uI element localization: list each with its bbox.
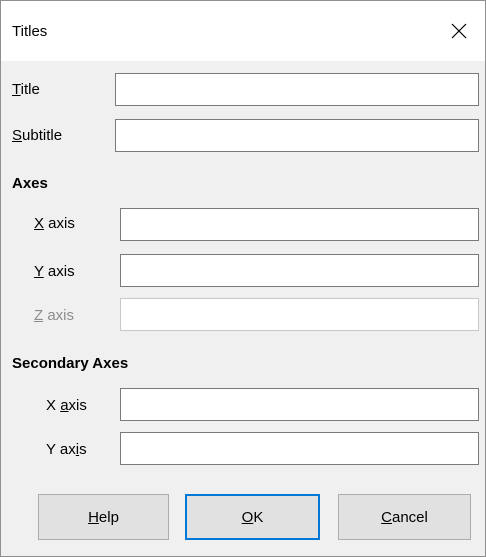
close-icon: [451, 23, 467, 39]
titles-dialog: Titles Title Subtitle Axes X axis Y axis…: [0, 0, 486, 557]
dialog-titlebar: Titles: [1, 1, 485, 61]
secondary-x-axis-label: X axis: [46, 397, 87, 414]
secondary-axes-heading: Secondary Axes: [12, 355, 129, 372]
title-label: Title: [12, 81, 40, 98]
cancel-button[interactable]: Cancel: [338, 494, 471, 540]
secondary-x-axis-input[interactable]: [120, 388, 479, 421]
subtitle-input[interactable]: [115, 119, 479, 152]
close-button[interactable]: [439, 15, 479, 47]
secondary-y-axis-label: Y axis: [46, 441, 87, 458]
y-axis-label: Y axis: [34, 263, 75, 280]
z-axis-input: [120, 298, 479, 331]
help-button[interactable]: Help: [38, 494, 169, 540]
secondary-y-axis-input[interactable]: [120, 432, 479, 465]
subtitle-label: Subtitle: [12, 127, 63, 144]
x-axis-input[interactable]: [120, 208, 479, 241]
z-axis-label: Z axis: [34, 307, 75, 324]
axes-heading: Axes: [12, 175, 48, 192]
ok-button[interactable]: OK: [185, 494, 320, 540]
dialog-title: Titles: [12, 23, 48, 40]
x-axis-label: X axis: [34, 215, 75, 232]
y-axis-input[interactable]: [120, 254, 479, 287]
title-input[interactable]: [115, 73, 479, 106]
